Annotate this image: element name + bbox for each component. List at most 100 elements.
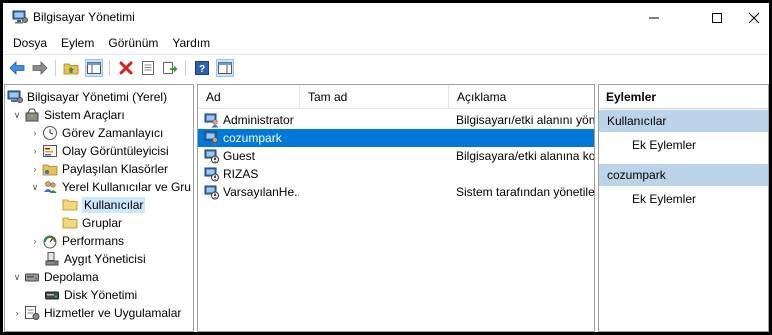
help-icon: ? bbox=[195, 61, 209, 75]
table-row[interactable]: RIZAS bbox=[198, 165, 594, 183]
user-description: Bilgisayarı/etki alanını yön bbox=[456, 113, 594, 127]
chevron-down-icon[interactable]: ∨ bbox=[10, 268, 24, 286]
arrow-left-icon bbox=[9, 61, 25, 75]
menu-bar: Dosya Eylem Görünüm Yardım bbox=[3, 32, 769, 54]
chevron-down-icon[interactable]: ∨ bbox=[28, 178, 42, 196]
disk-icon bbox=[44, 287, 60, 303]
chevron-right-icon[interactable]: › bbox=[28, 232, 42, 250]
action-group-users[interactable]: Kullanıcılar bbox=[599, 110, 768, 132]
tree-item-services-applications[interactable]: › Hizmetler ve Uygulamalar bbox=[10, 304, 181, 322]
tree-item-disk-management[interactable]: Disk Yönetimi bbox=[44, 286, 137, 304]
tree-item-groups[interactable]: Gruplar bbox=[62, 214, 122, 232]
tree-item-performance[interactable]: › Performans bbox=[28, 232, 124, 250]
clock-icon bbox=[42, 125, 58, 141]
user-name: VarsayılanHe... bbox=[223, 185, 299, 199]
tree-item-local-users-groups[interactable]: ∨ Yerel Kullanıcılar ve Gru bbox=[28, 178, 191, 196]
toolbar-separator bbox=[109, 60, 110, 76]
column-header-description[interactable]: Açıklama bbox=[449, 85, 594, 109]
tree-item-users[interactable]: Kullanıcılar bbox=[62, 196, 146, 214]
chevron-right-icon[interactable]: › bbox=[28, 160, 42, 178]
event-viewer-icon bbox=[42, 143, 58, 159]
user-full-name bbox=[308, 147, 448, 165]
action-pane-icon bbox=[218, 62, 232, 74]
console-tree: Bilgisayar Yönetimi (Yerel) ∨ Sistem Ara… bbox=[4, 84, 194, 332]
shared-folder-icon bbox=[42, 161, 58, 177]
tree-label: Gruplar bbox=[82, 216, 123, 230]
more-actions-users[interactable]: Ek Eylemler bbox=[632, 138, 696, 152]
delete-button[interactable] bbox=[117, 59, 135, 77]
chevron-down-icon[interactable]: ∨ bbox=[10, 106, 24, 124]
maximize-icon bbox=[712, 12, 722, 23]
svg-text:?: ? bbox=[199, 64, 205, 75]
back-button[interactable] bbox=[8, 59, 26, 77]
folder-icon bbox=[62, 197, 78, 213]
export-list-button[interactable] bbox=[161, 59, 179, 77]
storage-icon bbox=[24, 269, 40, 285]
tree-label: Bilgisayar Yönetimi (Yerel) bbox=[27, 90, 168, 104]
menu-view[interactable]: Görünüm bbox=[101, 33, 165, 53]
table-row[interactable]: cozumpark bbox=[198, 129, 594, 147]
action-group-cozumpark[interactable]: cozumpark bbox=[599, 164, 768, 186]
user-description bbox=[456, 129, 594, 147]
delete-x-icon bbox=[119, 61, 133, 75]
tree-label: Hizmetler ve Uygulamalar bbox=[44, 306, 182, 320]
table-row[interactable]: Administrator Bilgisayarı/etki alanını y… bbox=[198, 111, 594, 129]
up-level-button[interactable] bbox=[62, 59, 80, 77]
minimize-button[interactable] bbox=[631, 3, 677, 32]
user-full-name bbox=[308, 111, 448, 129]
users-group-icon bbox=[42, 179, 58, 195]
chevron-right-icon[interactable]: › bbox=[10, 304, 24, 322]
performance-icon bbox=[42, 233, 58, 249]
services-icon bbox=[24, 305, 40, 321]
tree-item-system-tools[interactable]: ∨ Sistem Araçları bbox=[10, 106, 125, 124]
tree-item-device-manager[interactable]: Aygıt Yöneticisi bbox=[44, 250, 146, 268]
show-hide-console-tree-button[interactable] bbox=[85, 59, 103, 77]
toolbar-separator bbox=[185, 60, 186, 76]
tree-label: Kullanıcılar bbox=[82, 197, 146, 213]
chevron-right-icon[interactable]: › bbox=[28, 124, 42, 142]
tree-item-event-viewer[interactable]: › Olay Görüntüleyicisi bbox=[28, 142, 169, 160]
toolbar-separator bbox=[55, 60, 56, 76]
title-bar: Bilgisayar Yönetimi bbox=[3, 3, 769, 32]
tree-label: Performans bbox=[62, 234, 125, 248]
folder-icon bbox=[62, 215, 78, 231]
tree-label: Depolama bbox=[44, 270, 99, 284]
user-full-name bbox=[308, 129, 448, 147]
properties-icon bbox=[142, 61, 154, 75]
forward-button[interactable] bbox=[31, 59, 49, 77]
column-header-name[interactable]: Ad bbox=[198, 85, 300, 109]
help-button[interactable]: ? bbox=[193, 59, 211, 77]
minimize-icon bbox=[649, 17, 659, 18]
actions-title: Eylemler bbox=[599, 85, 768, 109]
user-name: Administrator bbox=[223, 113, 294, 127]
tree-item-shared-folders[interactable]: › Paylaşılan Klasörler bbox=[28, 160, 169, 178]
menu-help[interactable]: Yardım bbox=[165, 33, 217, 53]
arrow-right-icon bbox=[32, 61, 48, 75]
menu-file[interactable]: Dosya bbox=[6, 33, 54, 53]
tree-item-task-scheduler[interactable]: › Görev Zamanlayıcı bbox=[28, 124, 163, 142]
menu-action[interactable]: Eylem bbox=[54, 33, 101, 53]
table-row[interactable]: Guest Bilgisayara/etki alanına ko bbox=[198, 147, 594, 165]
user-name: cozumpark bbox=[223, 131, 282, 145]
close-button[interactable] bbox=[731, 3, 769, 32]
chevron-right-icon[interactable]: › bbox=[28, 142, 42, 160]
table-row[interactable]: VarsayılanHe... Sistem tarafından yöneti… bbox=[198, 183, 594, 201]
window-title: Bilgisayar Yönetimi bbox=[33, 10, 135, 24]
tree-item-storage[interactable]: ∨ Depolama bbox=[10, 268, 99, 286]
user-icon bbox=[204, 167, 219, 182]
properties-button[interactable] bbox=[139, 59, 157, 77]
column-header-full-name[interactable]: Tam ad bbox=[300, 85, 449, 109]
export-icon bbox=[163, 62, 178, 74]
disabled-user-icon bbox=[204, 185, 219, 200]
user-description: Bilgisayara/etki alanına ko bbox=[456, 149, 594, 163]
user-full-name bbox=[308, 183, 448, 201]
user-full-name bbox=[308, 165, 448, 183]
user-name: Guest bbox=[223, 149, 256, 163]
show-hide-action-pane-button[interactable] bbox=[216, 59, 234, 77]
folder-up-icon bbox=[63, 63, 79, 75]
user-icon bbox=[204, 113, 219, 128]
tree-label: Disk Yönetimi bbox=[64, 288, 138, 302]
tree-label: Sistem Araçları bbox=[44, 108, 125, 122]
tree-item-computer-management[interactable]: Bilgisayar Yönetimi (Yerel) bbox=[7, 88, 167, 106]
more-actions-cozumpark[interactable]: Ek Eylemler bbox=[632, 192, 696, 206]
